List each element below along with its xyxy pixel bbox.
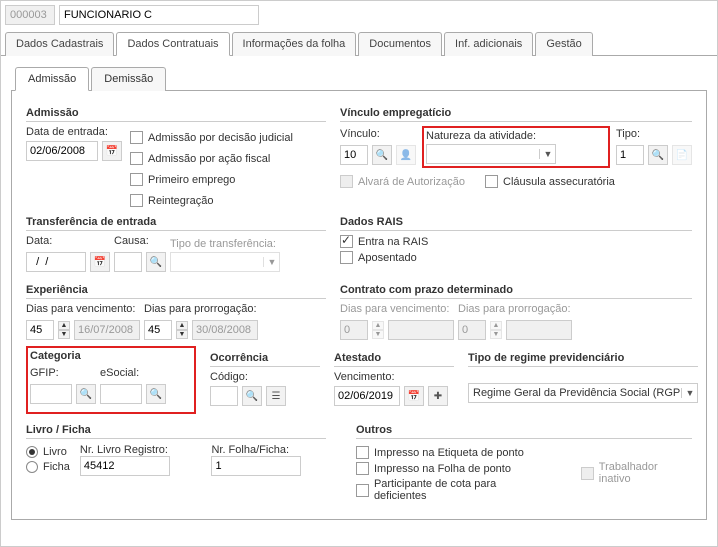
chk-decisao-judicial[interactable] bbox=[130, 131, 143, 144]
data-entrada-input[interactable] bbox=[26, 141, 98, 161]
livro-title: Livro / Ficha bbox=[26, 424, 326, 439]
exp-prorr-input[interactable] bbox=[144, 320, 172, 340]
tab-gestao[interactable]: Gestão bbox=[535, 32, 592, 56]
tipo-input[interactable] bbox=[616, 145, 644, 165]
exp-venc-input[interactable] bbox=[26, 320, 54, 340]
list-icon[interactable]: ☰ bbox=[266, 386, 286, 406]
spinner-up-icon[interactable]: ▲ bbox=[176, 321, 188, 330]
exp-prorr-date bbox=[192, 320, 258, 340]
chk-folha-ponto[interactable] bbox=[356, 462, 369, 475]
chk-alvara bbox=[340, 175, 353, 188]
contrato-prorr-date bbox=[506, 320, 572, 340]
vinculo-title: Vínculo empregatício bbox=[340, 107, 692, 122]
chevron-down-icon: ▼ bbox=[263, 257, 277, 267]
tab-informacoes-folha[interactable]: Informações da folha bbox=[232, 32, 357, 56]
chevron-down-icon: ▼ bbox=[539, 149, 553, 159]
spinner-down-icon[interactable]: ▼ bbox=[58, 330, 70, 339]
categoria-title: Categoria bbox=[30, 350, 192, 364]
vinculo-label: Vínculo: bbox=[340, 128, 416, 140]
regime-title: Tipo de regime previdenciário bbox=[468, 352, 698, 367]
ocorr-codigo-input[interactable] bbox=[210, 386, 238, 406]
contrato-title: Contrato com prazo determinado bbox=[340, 284, 692, 299]
chk-entra-rais[interactable] bbox=[340, 235, 353, 248]
spinner-up-icon: ▲ bbox=[372, 321, 384, 330]
vinculo-input[interactable] bbox=[340, 145, 368, 165]
natureza-select[interactable]: ▼ bbox=[426, 144, 556, 164]
atestado-venc-input[interactable] bbox=[334, 386, 400, 406]
radio-ficha[interactable] bbox=[26, 461, 38, 473]
employee-id-field bbox=[5, 5, 55, 25]
chk-reintegracao[interactable] bbox=[130, 194, 143, 207]
search-icon[interactable]: 🔍 bbox=[648, 145, 668, 165]
nr-folha-input[interactable] bbox=[211, 456, 301, 476]
data-entrada-label: Data de entrada: bbox=[26, 126, 108, 138]
tab-demissao[interactable]: Demissão bbox=[91, 67, 166, 91]
transf-data-input[interactable] bbox=[26, 252, 86, 272]
radio-livro[interactable] bbox=[26, 446, 38, 458]
search-icon[interactable]: 🔍 bbox=[76, 384, 96, 404]
add-icon: 👤 bbox=[396, 145, 416, 165]
search-icon[interactable]: 🔍 bbox=[146, 252, 166, 272]
tab-documentos[interactable]: Documentos bbox=[358, 32, 442, 56]
search-icon[interactable]: 🔍 bbox=[242, 386, 262, 406]
tab-dados-cadastrais[interactable]: Dados Cadastrais bbox=[5, 32, 114, 56]
chk-etiqueta-ponto[interactable] bbox=[356, 446, 369, 459]
tab-inf-adicionais[interactable]: Inf. adicionais bbox=[444, 32, 533, 56]
contrato-venc-date bbox=[388, 320, 454, 340]
chk-acao-fiscal[interactable] bbox=[130, 152, 143, 165]
search-icon[interactable]: 🔍 bbox=[372, 145, 392, 165]
exp-venc-date bbox=[74, 320, 140, 340]
employee-name-field[interactable] bbox=[59, 5, 259, 25]
spinner-down-icon: ▼ bbox=[372, 330, 384, 339]
search-icon[interactable]: 🔍 bbox=[146, 384, 166, 404]
rais-title: Dados RAIS bbox=[340, 216, 692, 231]
contrato-venc-input bbox=[340, 320, 368, 340]
calendar-icon[interactable]: 📅 bbox=[90, 252, 110, 272]
admissao-title: Admissão bbox=[26, 107, 326, 122]
transf-tipo-select: ▼ bbox=[170, 252, 280, 272]
experiencia-title: Experiência bbox=[26, 284, 326, 299]
tipo-label: Tipo: bbox=[616, 128, 692, 140]
outros-title: Outros bbox=[356, 424, 692, 439]
spinner-up-icon[interactable]: ▲ bbox=[58, 321, 70, 330]
chk-cota-deficientes[interactable] bbox=[356, 484, 369, 497]
transferencia-title: Transferência de entrada bbox=[26, 216, 326, 231]
chevron-down-icon: ▼ bbox=[681, 388, 695, 398]
nr-livro-input[interactable] bbox=[80, 456, 170, 476]
add-icon[interactable]: ✚ bbox=[428, 386, 448, 406]
transf-causa-input[interactable] bbox=[114, 252, 142, 272]
atestado-title: Atestado bbox=[334, 352, 454, 367]
calendar-icon[interactable]: 📅 bbox=[102, 141, 122, 161]
tab-dados-contratuais[interactable]: Dados Contratuais bbox=[116, 32, 229, 56]
contrato-prorr-input bbox=[458, 320, 486, 340]
spinner-down-icon: ▼ bbox=[490, 330, 502, 339]
tab-admissao[interactable]: Admissão bbox=[15, 67, 89, 91]
chk-clausula[interactable] bbox=[485, 175, 498, 188]
ocorrencia-title: Ocorrência bbox=[210, 352, 320, 367]
calendar-icon[interactable]: 📅 bbox=[404, 386, 424, 406]
chk-primeiro-emprego[interactable] bbox=[130, 173, 143, 186]
esocial-input[interactable] bbox=[100, 384, 142, 404]
chk-trabalhador-inativo bbox=[581, 467, 594, 480]
chk-aposentado[interactable] bbox=[340, 251, 353, 264]
spinner-up-icon: ▲ bbox=[490, 321, 502, 330]
spinner-down-icon[interactable]: ▼ bbox=[176, 330, 188, 339]
regime-select[interactable]: Regime Geral da Previdência Social (RGP▼ bbox=[468, 383, 698, 403]
gfip-input[interactable] bbox=[30, 384, 72, 404]
natureza-label: Natureza da atividade: bbox=[426, 130, 606, 142]
add-icon: 📄 bbox=[672, 145, 692, 165]
